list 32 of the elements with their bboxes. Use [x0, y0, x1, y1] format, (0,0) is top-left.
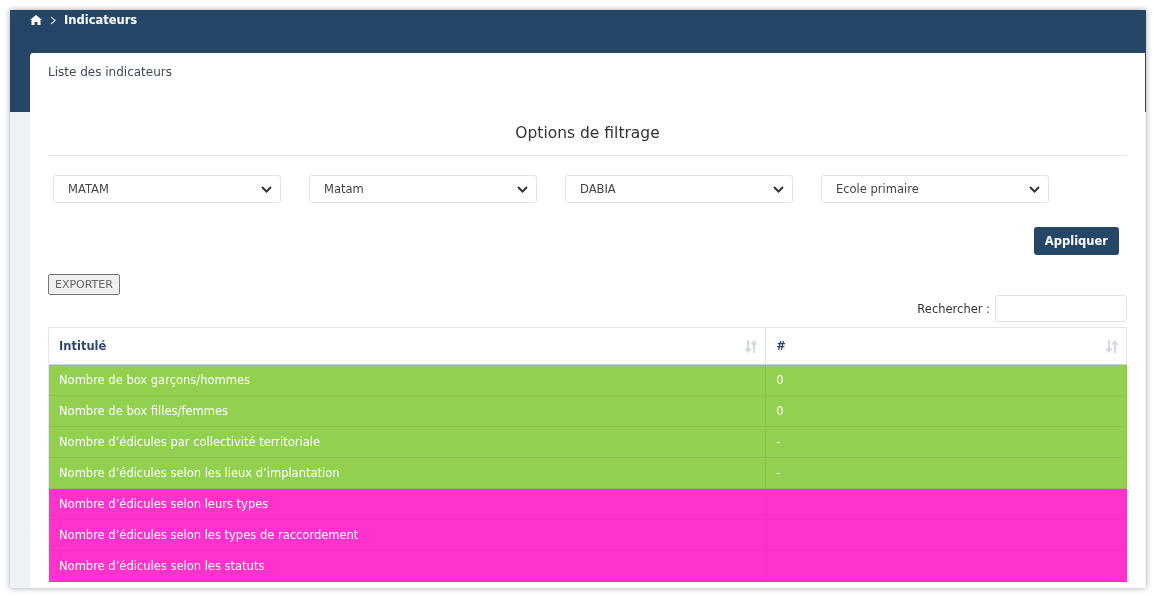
chevron-down-icon [261, 185, 272, 193]
section-title: Options de filtrage [514, 124, 661, 144]
dropdown[interactable]: MATAM [53, 175, 281, 203]
table-cell: Nombre d’édicules selon leurs types [59, 497, 269, 511]
sort-icon[interactable] [1106, 339, 1119, 353]
table-cell: 0 [776, 373, 784, 387]
table-cell: - [776, 466, 781, 480]
card-title: Liste des indicateurs [48, 64, 173, 81]
home-icon[interactable] [30, 15, 42, 25]
dropdown[interactable]: DABIA [565, 175, 793, 203]
dropdown[interactable]: Matam [309, 175, 537, 203]
table-cell: Nombre de box filles/femmes [59, 404, 228, 418]
search-field[interactable] [995, 295, 1127, 322]
column-header[interactable]: # [766, 328, 1127, 364]
table-cell: Nombre de box garçons/hommes [59, 373, 250, 387]
apply-button[interactable]: Appliquer [1033, 227, 1119, 255]
dropdown[interactable]: Ecole primaire [821, 175, 1049, 203]
column-header[interactable]: Intitulé [49, 328, 767, 364]
chevron-icon [50, 15, 56, 25]
table-cell: - [776, 435, 781, 449]
table-cell: 0 [776, 404, 784, 418]
chevron-down-icon [517, 185, 528, 193]
chevron-down-icon [1029, 185, 1040, 193]
sort-icon[interactable] [745, 339, 759, 353]
export-button[interactable]: EXPORTER [48, 274, 120, 295]
chevron-down-icon [773, 185, 784, 193]
table-cell: Nombre d’édicules selon les statuts [59, 559, 265, 573]
table-cell: Nombre d’édicules selon les lieux d’implantation [59, 466, 340, 480]
table-cell: Nombre d’édicules selon les types de raccordement [59, 528, 359, 542]
search-label: Rechercher : [917, 301, 990, 316]
table-cell: Nombre d’édicules par collectivité territoriale [59, 435, 321, 449]
breadcrumb-current: Indicateurs [64, 13, 138, 27]
